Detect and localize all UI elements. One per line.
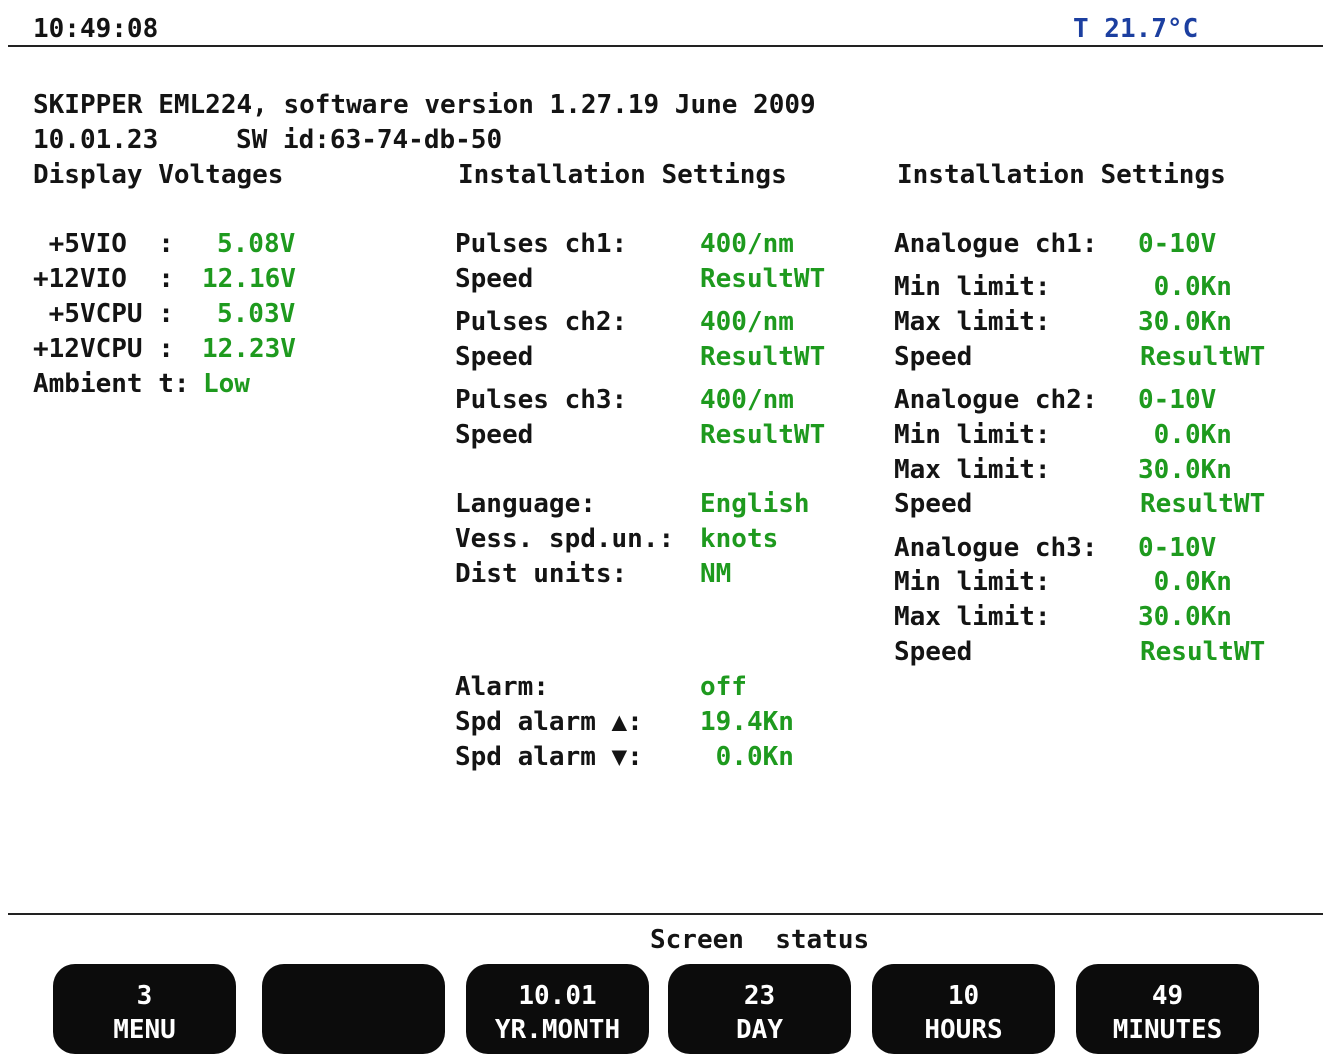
distance-units-label: Dist units: xyxy=(455,559,628,589)
ch1-min-limit-value: 0.0Kn xyxy=(1138,272,1232,302)
alarm-value: off xyxy=(700,672,747,702)
softkey-hours-value: 10 xyxy=(947,981,980,1011)
speed-ch3-label: Speed xyxy=(455,420,534,450)
ambient-label: Ambient t: xyxy=(33,369,190,399)
softkey-year-month[interactable]: 10.01 YR.MONTH xyxy=(466,964,649,1054)
speed-alarm-low-label: Spd alarm ▼: xyxy=(455,742,643,772)
softkey-day[interactable]: 23 DAY xyxy=(668,964,851,1054)
ch3-min-limit-value: 0.0Kn xyxy=(1138,567,1232,597)
speed-ch2-value: ResultWT xyxy=(700,342,826,372)
speed-alarm-high-value: 19.4Kn xyxy=(700,707,794,737)
voltage-value-5vio: 5.08V xyxy=(217,229,296,259)
softkey-hours[interactable]: 10 HOURS xyxy=(872,964,1055,1054)
ch3-max-limit-value: 30.0Kn xyxy=(1138,602,1232,632)
speed-ch3-value: ResultWT xyxy=(700,420,826,450)
ch2-min-limit-label: Min limit: xyxy=(894,420,1051,450)
softkey-minutes-label: MINUTES xyxy=(1112,1015,1223,1045)
ch1-min-limit-label: Min limit: xyxy=(894,272,1051,302)
softkey-day-label: DAY xyxy=(736,1015,783,1045)
ch1-max-limit-value: 30.0Kn xyxy=(1138,307,1232,337)
ch3-speed-value: ResultWT xyxy=(1140,637,1266,667)
distance-units-value: NM xyxy=(700,559,732,589)
voltage-label-5vio: +5VIO : xyxy=(33,229,190,259)
ch3-speed-label: Speed xyxy=(894,637,973,667)
software-version-line: SKIPPER EML224, software version 1.27.19… xyxy=(33,90,816,120)
speed-alarm-high-label: Spd alarm ▲: xyxy=(455,707,643,737)
ambient-value: Low xyxy=(203,369,250,399)
ch2-max-limit-label: Max limit: xyxy=(894,455,1051,485)
pulses-ch1-label: Pulses ch1: xyxy=(455,229,628,259)
ch2-max-limit-value: 30.0Kn xyxy=(1138,455,1232,485)
vessel-speed-unit-value: knots xyxy=(700,524,779,554)
ch3-min-limit-label: Min limit: xyxy=(894,567,1051,597)
analogue-ch1-label: Analogue ch1: xyxy=(894,229,1098,259)
voltage-label-5vcpu: +5VCPU : xyxy=(33,299,190,329)
analogue-ch2-value: 0-10V xyxy=(1138,385,1217,415)
analogue-ch3-value: 0-10V xyxy=(1138,533,1217,563)
clock-time: 10:49:08 xyxy=(33,14,159,44)
pulses-ch3-value: 400/nm xyxy=(700,385,794,415)
softkey-hours-label: HOURS xyxy=(924,1015,1003,1045)
softkey-minutes[interactable]: 49 MINUTES xyxy=(1076,964,1259,1054)
voltage-label-12vcpu: +12VCPU : xyxy=(33,334,190,364)
top-divider xyxy=(8,45,1323,47)
alarm-label: Alarm: xyxy=(455,672,549,702)
voltage-label-12vio: +12VIO : xyxy=(33,264,190,294)
bottom-divider xyxy=(8,913,1323,915)
voltage-value-5vcpu: 5.03V xyxy=(217,299,296,329)
analogue-ch1-value: 0-10V xyxy=(1138,229,1217,259)
speed-ch1-value: ResultWT xyxy=(700,264,826,294)
softkey-year-month-label: YR.MONTH xyxy=(494,1015,621,1045)
ch1-speed-value: ResultWT xyxy=(1140,342,1266,372)
language-value: English xyxy=(700,489,810,519)
pulses-ch2-value: 400/nm xyxy=(700,307,794,337)
softkey-day-value: 23 xyxy=(743,981,776,1011)
installation-settings-heading-2: Installation Settings xyxy=(897,160,1226,190)
installation-settings-heading-1: Installation Settings xyxy=(458,160,787,190)
voltage-value-12vcpu: 12.23V xyxy=(202,334,296,364)
softkey-menu-label: MENU xyxy=(113,1015,176,1045)
ch2-min-limit-value: 0.0Kn xyxy=(1138,420,1232,450)
speed-ch2-label: Speed xyxy=(455,342,534,372)
display-voltages-heading: Display Voltages xyxy=(33,160,284,190)
pulses-ch1-value: 400/nm xyxy=(700,229,794,259)
analogue-ch3-label: Analogue ch3: xyxy=(894,533,1098,563)
software-date: 10.01.23 xyxy=(33,125,159,155)
speed-ch1-label: Speed xyxy=(455,264,534,294)
language-label: Language: xyxy=(455,489,596,519)
voltage-value-12vio: 12.16V xyxy=(202,264,296,294)
softkey-year-month-value: 10.01 xyxy=(518,981,597,1011)
ch2-speed-label: Speed xyxy=(894,489,973,519)
ch3-max-limit-label: Max limit: xyxy=(894,602,1051,632)
vessel-speed-unit-label: Vess. spd.un.: xyxy=(455,524,675,554)
speed-alarm-low-value: 0.0Kn xyxy=(700,742,794,772)
ch2-speed-value: ResultWT xyxy=(1140,489,1266,519)
softkey-blank[interactable] xyxy=(262,964,445,1054)
pulses-ch3-label: Pulses ch3: xyxy=(455,385,628,415)
screen-status-label: Screen status xyxy=(650,925,870,955)
softkey-minutes-value: 49 xyxy=(1151,981,1184,1011)
ch1-speed-label: Speed xyxy=(894,342,973,372)
analogue-ch2-label: Analogue ch2: xyxy=(894,385,1098,415)
softkey-menu[interactable]: 3 MENU xyxy=(53,964,236,1054)
software-id: SW id:63-74-db-50 xyxy=(236,125,503,155)
pulses-ch2-label: Pulses ch2: xyxy=(455,307,628,337)
softkey-menu-value: 3 xyxy=(136,981,153,1011)
ch1-max-limit-label: Max limit: xyxy=(894,307,1051,337)
temperature-readout: T 21.7°C xyxy=(1073,14,1199,44)
